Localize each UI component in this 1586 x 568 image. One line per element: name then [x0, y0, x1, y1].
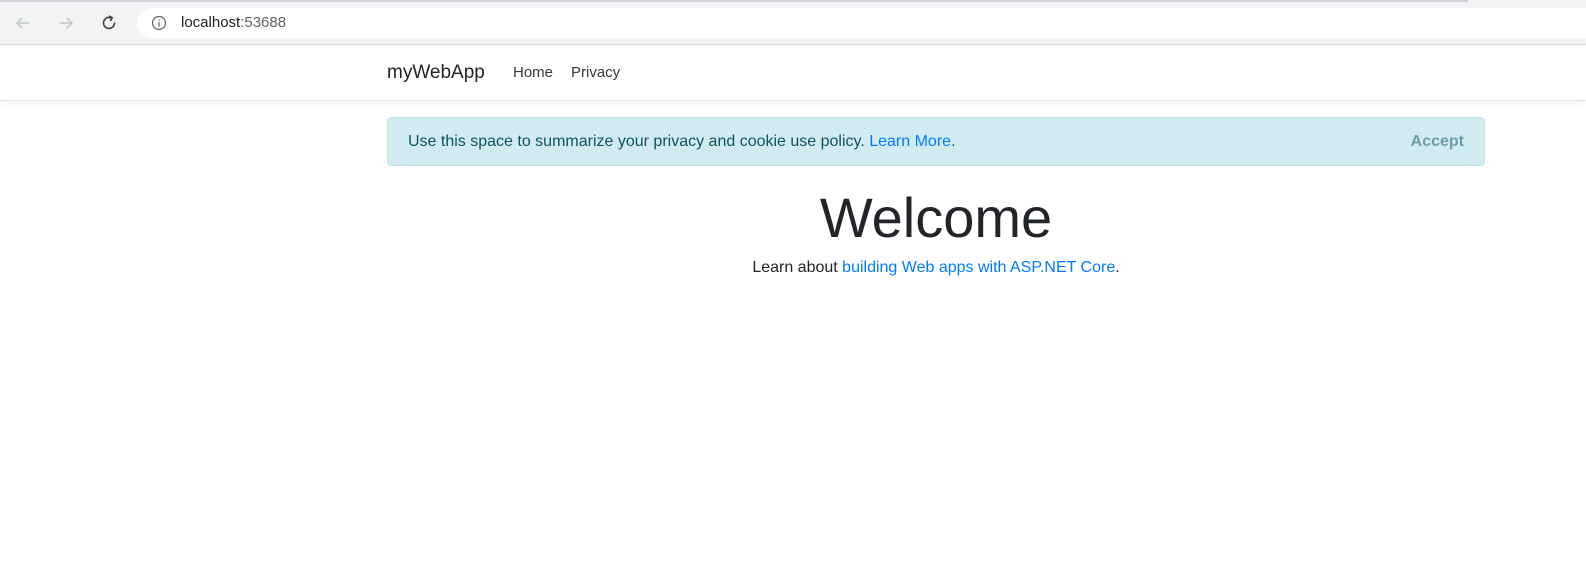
accept-cookie-button[interactable]: Accept: [1411, 132, 1464, 152]
nav-link-privacy[interactable]: Privacy: [571, 63, 620, 83]
url-text[interactable]: localhost:53688: [181, 14, 286, 32]
address-bar[interactable]: localhost:53688: [137, 8, 1586, 38]
info-icon[interactable]: [151, 15, 167, 31]
reload-button[interactable]: [95, 9, 123, 37]
brand-link[interactable]: myWebApp: [387, 61, 485, 85]
intro-text: Learn about building Web apps with ASP.N…: [387, 256, 1485, 280]
cookie-consent-period: .: [951, 133, 956, 150]
tab-strip-edge: [0, 0, 1468, 2]
back-button[interactable]: [9, 9, 37, 37]
intro-suffix: .: [1115, 259, 1120, 276]
aspnet-core-docs-link[interactable]: building Web apps with ASP.NET Core: [842, 259, 1115, 276]
page-title: Welcome: [819, 186, 1053, 249]
main-content: Welcome Learn about building Web apps wi…: [387, 180, 1485, 280]
nav-link-home[interactable]: Home: [513, 63, 553, 83]
learn-more-link[interactable]: Learn More: [869, 133, 951, 150]
intro-prefix: Learn about: [752, 259, 843, 276]
arrow-right-icon: [59, 17, 73, 29]
cookie-consent-text: Use this space to summarize your privacy…: [408, 132, 956, 152]
reload-icon: [102, 15, 116, 30]
browser-toolbar: localhost:53688: [0, 0, 1586, 45]
cookie-consent-message: Use this space to summarize your privacy…: [408, 133, 870, 150]
site-navbar: myWebApp Home Privacy: [0, 45, 1586, 101]
url-port: :53688: [240, 14, 287, 31]
url-host: localhost: [181, 14, 241, 31]
cookie-consent-alert: Use this space to summarize your privacy…: [387, 117, 1485, 166]
forward-button[interactable]: [52, 9, 80, 37]
arrow-left-icon: [16, 17, 30, 29]
